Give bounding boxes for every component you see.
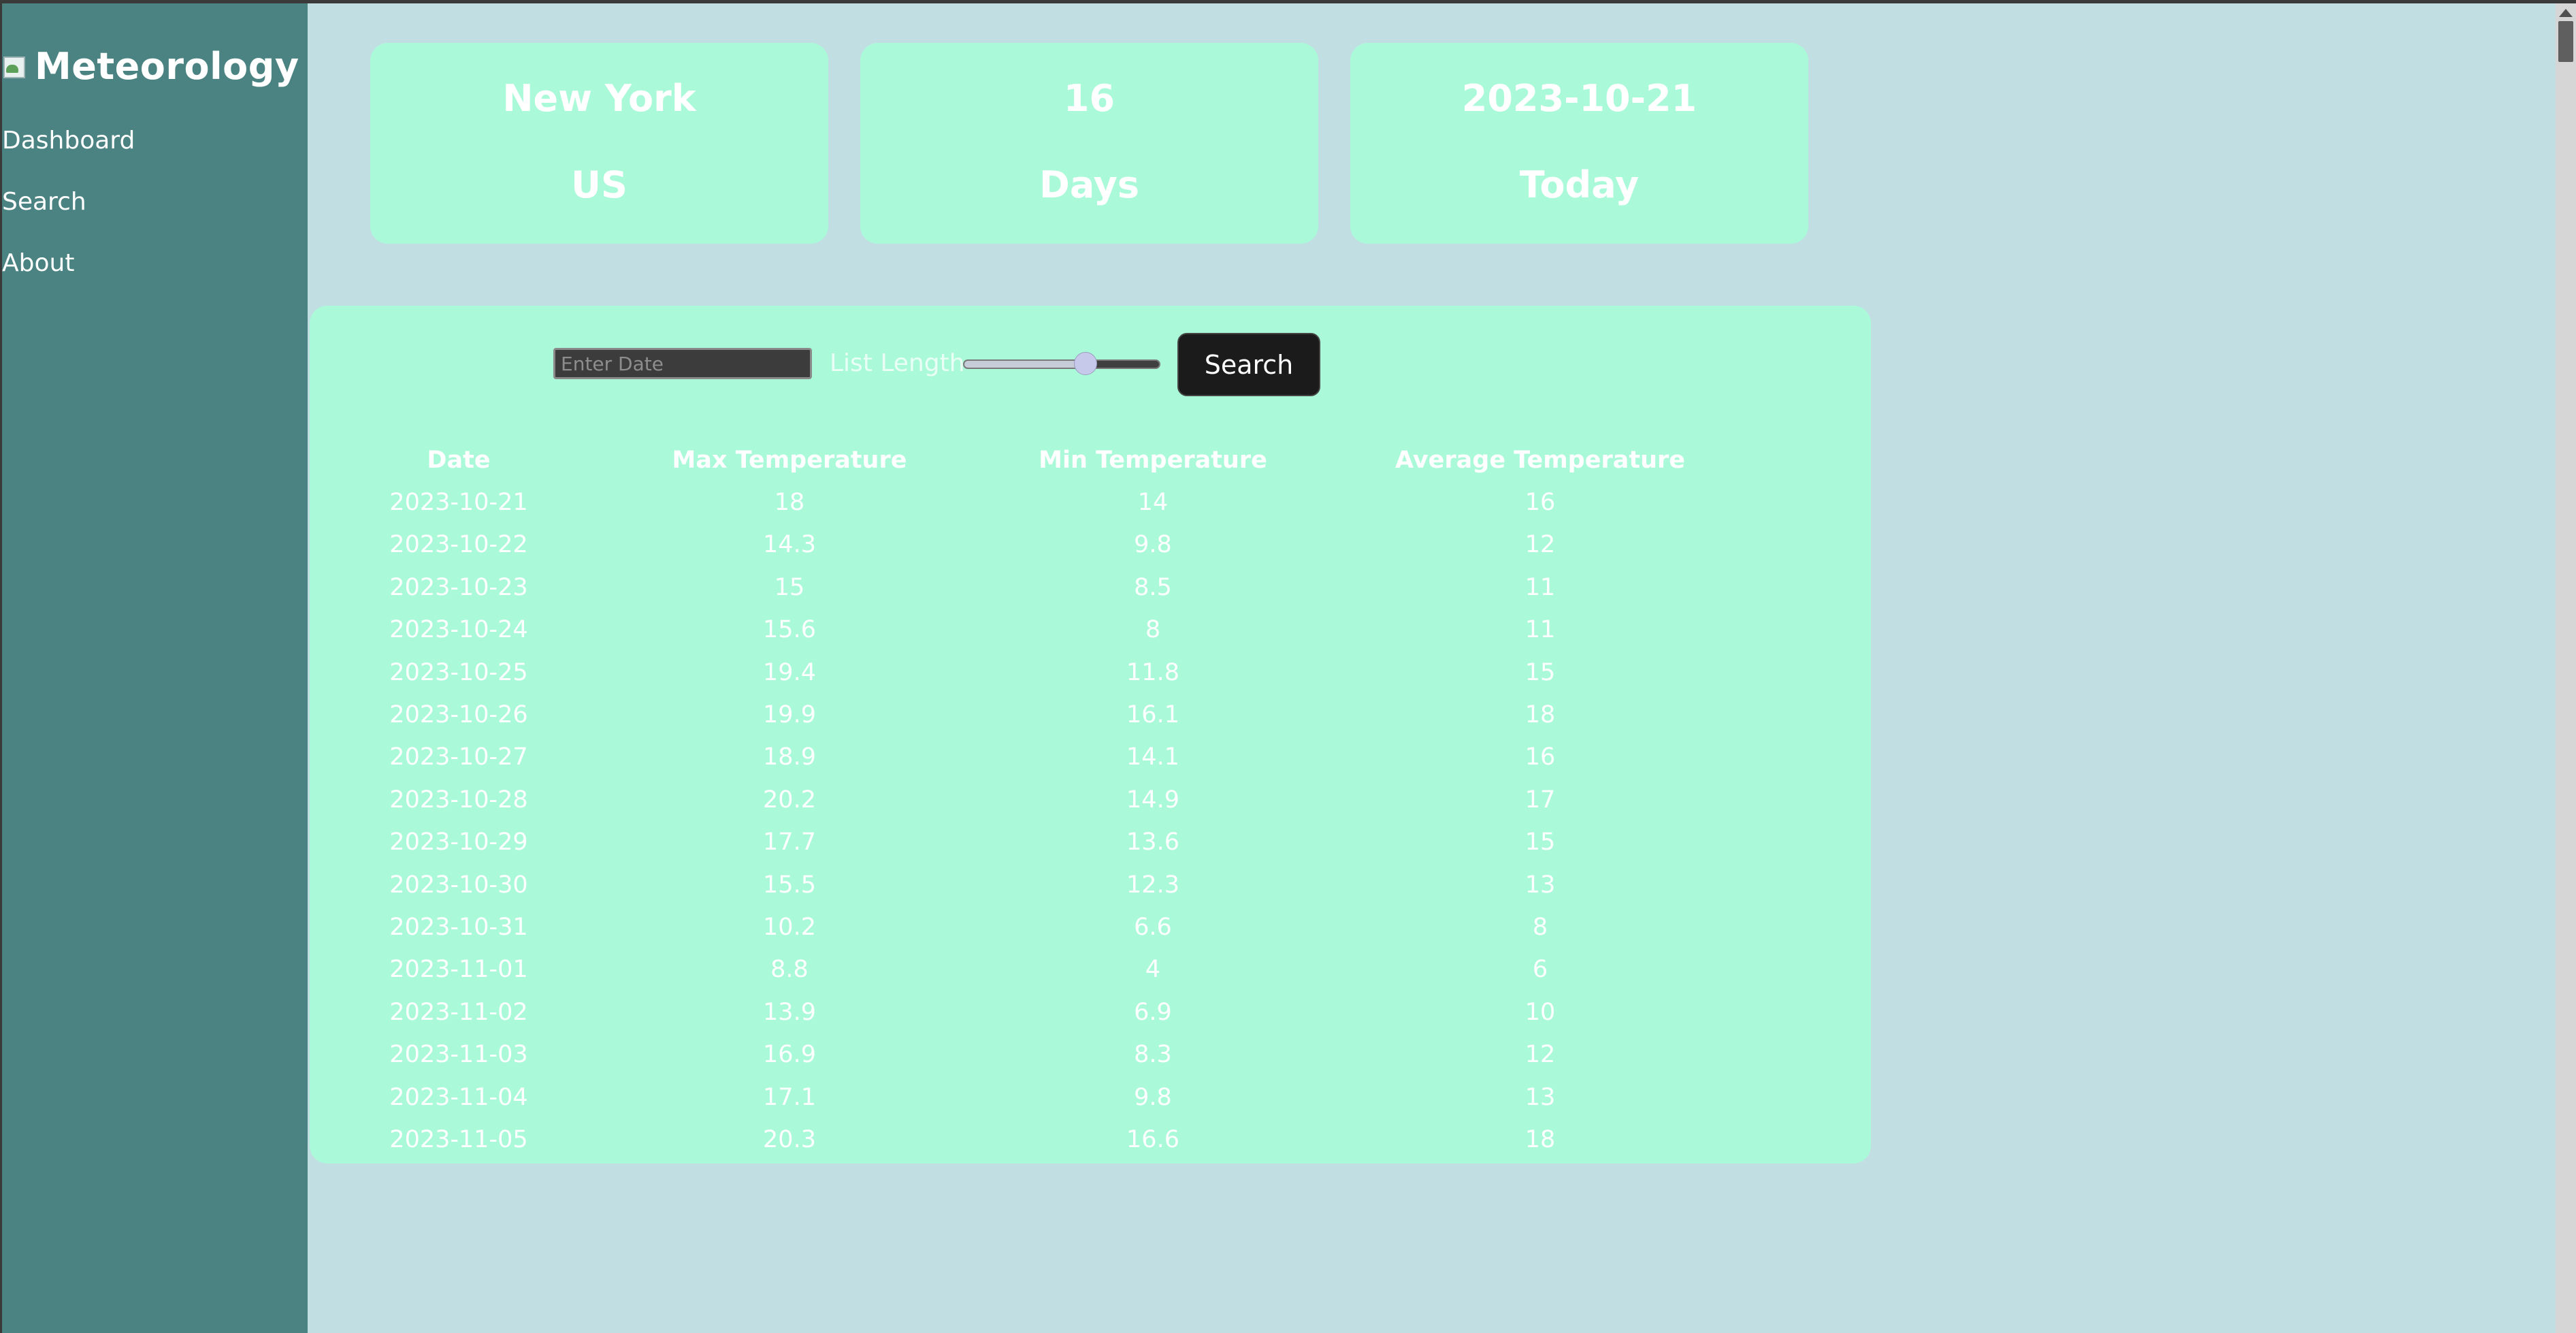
cell-min-temperature: 8.5 <box>1134 573 1172 601</box>
brand-title: Meteorology <box>35 45 299 88</box>
cell-max-temperature: 14.3 <box>763 531 816 559</box>
header-max-temperature: Max Temperature <box>672 447 907 474</box>
cell-average-temperature: 11 <box>1525 616 1556 644</box>
slider-thumb[interactable] <box>1073 352 1097 375</box>
cell-average-temperature: 13 <box>1525 871 1556 899</box>
today-card: 2023-10-21 Today <box>1350 43 1808 244</box>
cell-max-temperature: 17.7 <box>763 829 816 856</box>
cell-min-temperature: 8 <box>1145 616 1161 644</box>
table-header: Date Max Temperature Min Temperature Ave… <box>310 439 1871 481</box>
forecast-days-card: 16 Days <box>860 43 1318 244</box>
cell-min-temperature: 8.3 <box>1134 1041 1172 1069</box>
cell-average-temperature: 11 <box>1525 573 1556 601</box>
cell-min-temperature: 14.1 <box>1126 743 1179 771</box>
cell-min-temperature: 14 <box>1137 489 1169 516</box>
table-row: 2023-11-01 8.8 4 6 <box>310 948 1871 991</box>
location-city: New York <box>502 77 696 120</box>
forecast-days-count: 16 <box>1063 77 1115 120</box>
nav-item-search[interactable]: Search <box>2 184 135 245</box>
nav-item-dashboard[interactable]: Dashboard <box>2 123 135 184</box>
cell-min-temperature: 6.6 <box>1134 914 1172 941</box>
table-row: 2023-11-03 16.9 8.3 12 <box>310 1033 1871 1076</box>
cell-max-temperature: 19.9 <box>763 701 816 728</box>
cell-min-temperature: 14.9 <box>1126 786 1179 814</box>
cell-max-temperature: 18 <box>774 489 805 516</box>
table-row: 2023-10-29 17.7 13.6 15 <box>310 821 1871 863</box>
cell-max-temperature: 19.4 <box>763 658 816 686</box>
header-average-temperature: Average Temperature <box>1395 447 1685 474</box>
cell-average-temperature: 16 <box>1525 489 1556 516</box>
table-row: 2023-10-21 18 14 16 <box>310 481 1871 524</box>
list-length-slider[interactable] <box>963 352 1160 376</box>
slider-track[interactable] <box>963 359 1160 369</box>
cell-max-temperature: 15.6 <box>763 616 816 644</box>
table-row: 2023-10-22 14.3 9.8 12 <box>310 524 1871 566</box>
table-row: 2023-10-24 15.6 8 11 <box>310 609 1871 651</box>
table-row: 2023-10-25 19.4 11.8 15 <box>310 652 1871 694</box>
cell-average-temperature: 12 <box>1525 1041 1556 1069</box>
scrollbar-thumb[interactable] <box>2558 21 2573 62</box>
app-window: Meteorology Dashboard Search About New Y… <box>0 0 2576 1333</box>
vertical-scrollbar[interactable] <box>2556 3 2576 1333</box>
cell-min-temperature: 16.1 <box>1126 701 1179 728</box>
table-row: 2023-10-26 19.9 16.1 18 <box>310 694 1871 736</box>
cell-average-temperature: 10 <box>1525 998 1556 1026</box>
cell-min-temperature: 16.6 <box>1126 1126 1179 1153</box>
cell-min-temperature: 12.3 <box>1126 871 1179 899</box>
today-date: 2023-10-21 <box>1461 77 1697 120</box>
table-row: 2023-10-28 20.2 14.9 17 <box>310 779 1871 821</box>
cell-max-temperature: 13.9 <box>763 998 816 1026</box>
cell-max-temperature: 15 <box>774 573 805 601</box>
cell-average-temperature: 18 <box>1525 1126 1556 1153</box>
cell-average-temperature: 13 <box>1525 1083 1556 1111</box>
cell-max-temperature: 17.1 <box>763 1083 816 1111</box>
cell-average-temperature: 12 <box>1525 531 1556 559</box>
location-country: US <box>571 163 627 206</box>
cell-min-temperature: 4 <box>1145 956 1161 984</box>
cell-max-temperature: 15.5 <box>763 871 816 899</box>
scroll-up-arrow-icon[interactable] <box>2559 9 2573 17</box>
table-row: 2023-10-27 18.9 14.1 16 <box>310 736 1871 778</box>
cell-max-temperature: 20.3 <box>763 1126 816 1153</box>
cell-min-temperature: 9.8 <box>1134 1083 1172 1111</box>
cell-min-temperature: 9.8 <box>1134 531 1172 559</box>
cell-average-temperature: 18 <box>1525 701 1556 728</box>
sidebar-nav: Dashboard Search About <box>2 123 135 306</box>
search-button[interactable]: Search <box>1177 333 1320 396</box>
cell-min-temperature: 13.6 <box>1126 829 1179 856</box>
location-card: New York US <box>370 43 828 244</box>
cell-average-temperature: 15 <box>1525 658 1556 686</box>
list-length-label: List Length <box>830 349 965 377</box>
cell-max-temperature: 20.2 <box>763 786 816 814</box>
cell-average-temperature: 17 <box>1525 786 1556 814</box>
header-min-temperature: Min Temperature <box>1039 447 1267 474</box>
cell-max-temperature: 18.9 <box>763 743 816 771</box>
table-row: 2023-10-31 10.2 6.6 8 <box>310 906 1871 948</box>
cell-average-temperature: 15 <box>1525 829 1556 856</box>
table-row: 2023-11-05 20.3 16.6 18 <box>310 1119 1871 1161</box>
cell-average-temperature: 16 <box>1525 743 1556 771</box>
broken-image-icon <box>2 54 28 80</box>
date-input[interactable] <box>553 348 812 379</box>
brand: Meteorology <box>2 41 299 92</box>
forecast-panel: List Length Search Date Max Temperature … <box>310 306 1871 1163</box>
nav-item-about[interactable]: About <box>2 245 135 306</box>
cell-min-temperature: 11.8 <box>1126 658 1179 686</box>
cell-min-temperature: 6.9 <box>1134 998 1172 1026</box>
cell-max-temperature: 10.2 <box>763 914 816 941</box>
table-row: 2023-10-30 15.5 12.3 13 <box>310 864 1871 906</box>
forecast-days-label: Days <box>1039 163 1139 206</box>
table-row: 2023-11-04 17.1 9.8 13 <box>310 1076 1871 1119</box>
today-label: Today <box>1519 163 1640 206</box>
cell-average-temperature: 8 <box>1532 914 1548 941</box>
cell-average-temperature: 6 <box>1532 956 1548 984</box>
cell-max-temperature: 16.9 <box>763 1041 816 1069</box>
table-row: 2023-11-02 13.9 6.9 10 <box>310 991 1871 1033</box>
cell-max-temperature: 8.8 <box>770 956 809 984</box>
table-row: 2023-10-23 15 8.5 11 <box>310 566 1871 609</box>
